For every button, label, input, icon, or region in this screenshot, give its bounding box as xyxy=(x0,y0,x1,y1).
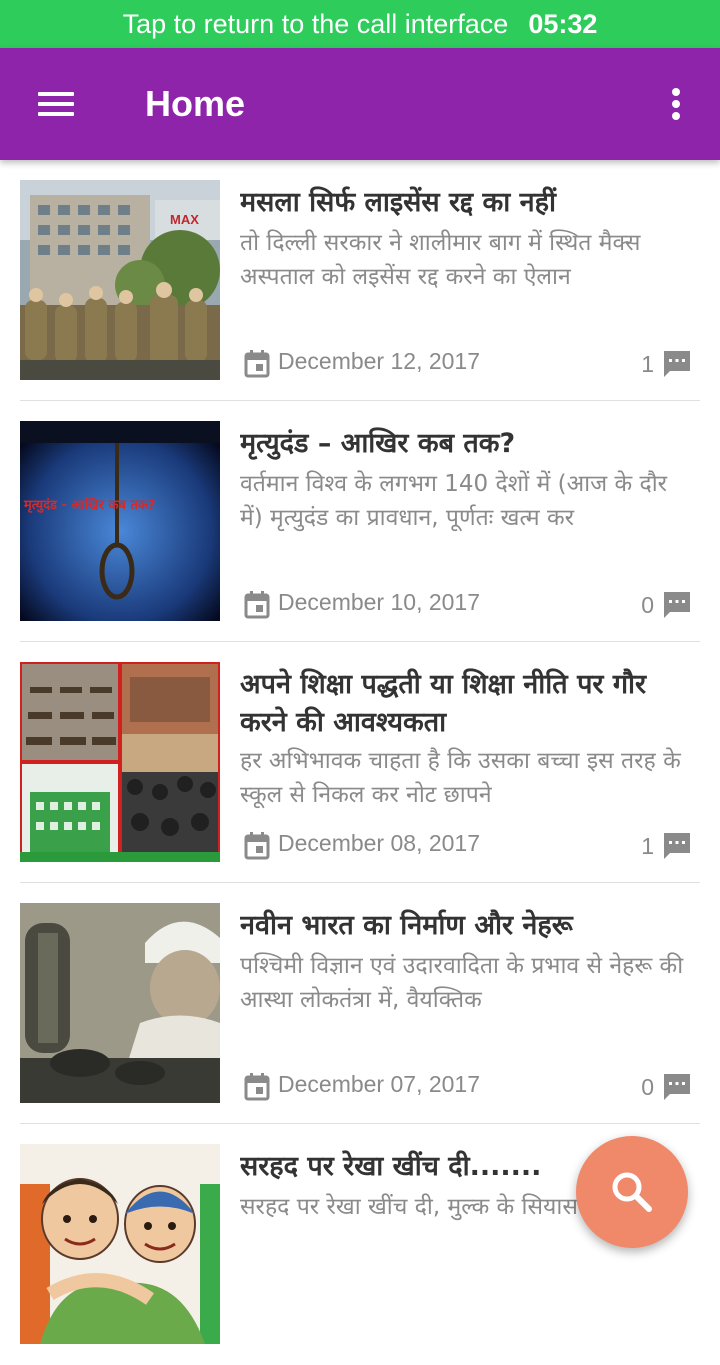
post-card[interactable]: MAX मसला सिर्फ लाइसेंस रद्द का नहीं तो द… xyxy=(0,160,720,401)
calendar-icon xyxy=(244,832,270,860)
post-meta: December 07, 2017 0 xyxy=(240,1069,692,1105)
post-thumbnail: मृत्युदंड - आखिर कब तक? xyxy=(20,421,220,621)
calendar-icon xyxy=(244,1073,270,1101)
post-excerpt: तो दिल्ली सरकार ने शालीमार बाग में स्थित… xyxy=(240,230,641,290)
comments-link[interactable]: 1 xyxy=(641,828,692,864)
more-vert-icon[interactable] xyxy=(652,76,700,132)
thumbnail-text: मृत्युदंड - आखिर कब तक? xyxy=(23,497,155,513)
post-meta: December 08, 2017 1 xyxy=(240,828,692,864)
post-meta: December 10, 2017 0 xyxy=(240,587,692,623)
page-title: Home xyxy=(145,83,246,124)
post-thumbnail xyxy=(20,662,220,862)
post-date: December 10, 2017 xyxy=(278,589,481,615)
post-title: मृत्युदंड – आखिर कब तक? xyxy=(240,428,516,459)
post-thumbnail xyxy=(20,1144,220,1344)
post-title: नवीन भारत का निर्माण और नेहरू xyxy=(240,910,573,941)
post-thumbnail xyxy=(20,903,220,1103)
comment-icon xyxy=(664,592,690,618)
post-card[interactable]: नवीन भारत का निर्माण और नेहरू पश्चिमी वि… xyxy=(0,883,720,1124)
call-timer: 05:32 xyxy=(528,8,598,39)
comment-count: 1 xyxy=(641,350,654,377)
app-bar: Home xyxy=(0,48,720,160)
comments-link[interactable]: 0 xyxy=(641,587,692,623)
calendar-icon xyxy=(244,350,270,378)
thumbnail-text: MAX xyxy=(170,212,199,227)
post-date: December 08, 2017 xyxy=(278,830,481,856)
post-thumbnail: MAX xyxy=(20,180,220,380)
hamburger-menu-icon[interactable] xyxy=(28,82,84,126)
comment-count: 0 xyxy=(641,591,654,618)
post-excerpt: पश्चिमी विज्ञान एवं उदारवादिता के प्रभाव… xyxy=(240,953,684,1013)
comment-count: 1 xyxy=(641,832,654,859)
comments-link[interactable]: 0 xyxy=(641,1069,692,1105)
post-excerpt: हर अभिभावक चाहता है कि उसका बच्चा इस तरह… xyxy=(240,748,681,808)
post-meta: December 12, 2017 1 xyxy=(240,346,692,382)
call-banner-message: Tap to return to the call interface xyxy=(122,8,509,39)
post-date: December 12, 2017 xyxy=(278,348,481,374)
comment-count: 0 xyxy=(641,1073,654,1100)
post-title: अपने शिक्षा पद्धती या शिक्षा नीति पर गौर… xyxy=(240,669,647,738)
post-title: मसला सिर्फ लाइसेंस रद्द का नहीं xyxy=(240,187,556,218)
comment-icon xyxy=(664,1074,690,1100)
calendar-icon xyxy=(244,591,270,619)
post-card[interactable]: मृत्युदंड - आखिर कब तक? मृत्युदंड – आखिर… xyxy=(0,401,720,642)
post-card[interactable]: अपने शिक्षा पद्धती या शिक्षा नीति पर गौर… xyxy=(0,642,720,883)
comment-icon xyxy=(664,351,690,377)
comments-link[interactable]: 1 xyxy=(641,346,692,382)
search-icon xyxy=(612,1172,652,1212)
post-date: December 07, 2017 xyxy=(278,1071,481,1097)
post-excerpt: वर्तमान विश्व के लगभग 140 देशों में (आज … xyxy=(240,471,668,531)
search-button[interactable] xyxy=(576,1136,688,1248)
comment-icon xyxy=(664,833,690,859)
return-to-call-banner[interactable]: Tap to return to the call interface 05:3… xyxy=(0,0,720,48)
